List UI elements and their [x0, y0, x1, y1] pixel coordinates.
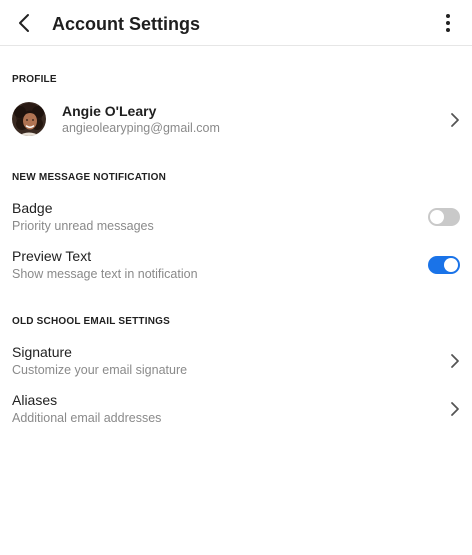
back-button[interactable]: [10, 9, 38, 37]
chevron-right-icon: [448, 352, 462, 370]
preview-text-subtitle: Show message text in notification: [12, 267, 198, 281]
badge-row: Badge Priority unread messages: [0, 198, 472, 238]
profile-name: Angie O'Leary: [62, 103, 157, 119]
section-label-profile: PROFILE: [12, 74, 57, 85]
app-header: Account Settings: [0, 0, 472, 46]
badge-title: Badge: [12, 200, 53, 216]
preview-text-row: Preview Text Show message text in notifi…: [0, 246, 472, 286]
section-label-email-settings: OLD SCHOOL EMAIL SETTINGS: [12, 316, 170, 327]
more-options-button[interactable]: [436, 9, 460, 37]
signature-subtitle: Customize your email signature: [12, 363, 188, 377]
chevron-right-icon: [448, 400, 462, 418]
aliases-subtitle: Additional email addresses: [12, 411, 162, 425]
badge-toggle[interactable]: [428, 208, 460, 226]
avatar: [12, 102, 46, 136]
vertical-ellipsis-icon: [446, 14, 450, 32]
toggle-knob: [444, 258, 458, 272]
chevron-left-icon: [19, 14, 29, 32]
profile-email: angieolearyping@gmail.com: [62, 121, 220, 135]
toggle-knob: [430, 210, 444, 224]
account-settings-screen: Account Settings PROFILE Angie O'Leary a…: [0, 0, 472, 555]
page-title: Account Settings: [52, 14, 201, 34]
signature-title: Signature: [12, 344, 72, 360]
badge-subtitle: Priority unread messages: [12, 219, 154, 233]
preview-text-toggle[interactable]: [428, 256, 460, 274]
profile-row[interactable]: Angie O'Leary angieolearyping@gmail.com: [0, 96, 472, 144]
aliases-row[interactable]: Aliases Additional email addresses: [0, 390, 472, 430]
aliases-title: Aliases: [12, 392, 58, 408]
preview-text-title: Preview Text: [12, 248, 92, 264]
signature-row[interactable]: Signature Customize your email signature: [0, 342, 472, 382]
chevron-right-icon: [448, 111, 462, 129]
section-label-notifications: NEW MESSAGE NOTIFICATION: [12, 172, 167, 183]
